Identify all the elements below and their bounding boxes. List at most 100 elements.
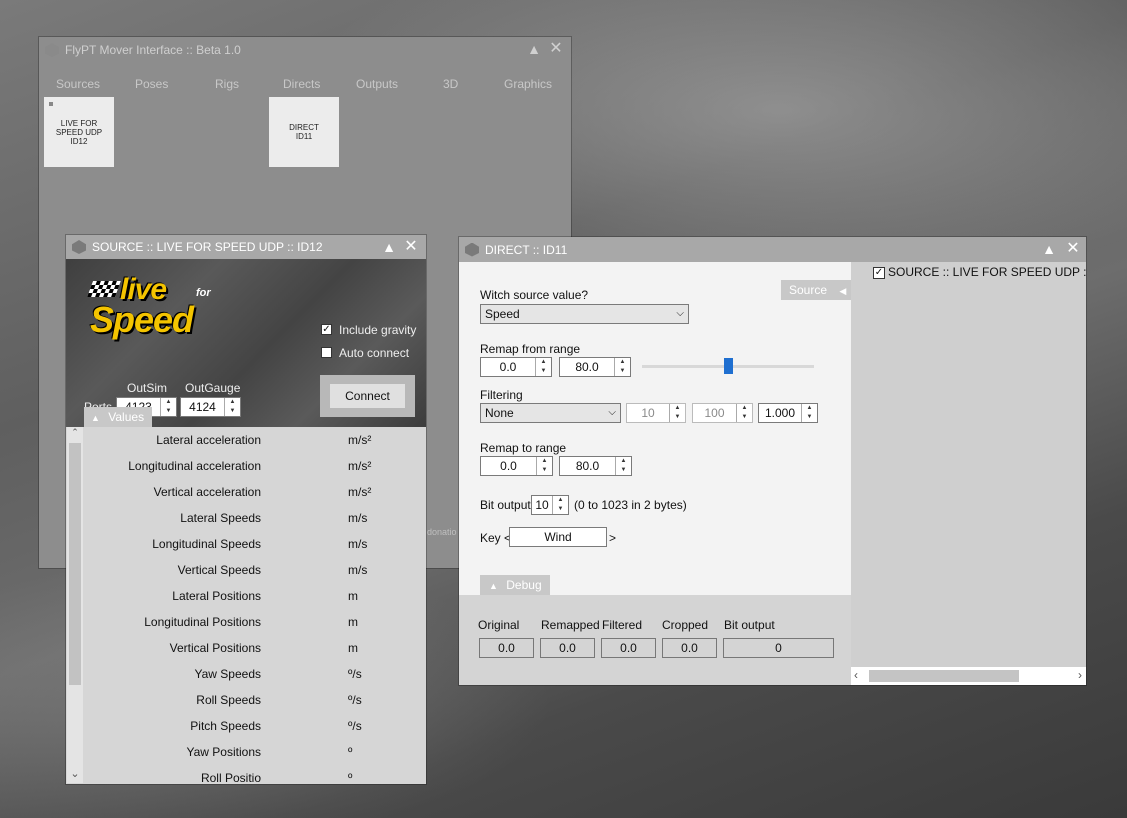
spin-down-icon[interactable]: ▼ [737,413,752,422]
spin-up-icon[interactable]: ▲ [615,358,630,367]
scroll-thumb[interactable] [69,443,81,685]
remap-from-max-value: 80.0 [575,360,599,374]
spin-down-icon[interactable]: ▼ [616,466,631,475]
value-unit: m [348,589,358,603]
main-tab-bar: Sources Poses Rigs Directs Outputs 3D Gr… [39,77,571,95]
direct-titlebar[interactable]: DIRECT :: ID11 ▲ ✕ [459,237,1086,262]
connect-panel: Connect [320,375,415,417]
value-name: Longitudinal Positions [144,615,261,629]
debug-header-cropped: Cropped [662,618,709,632]
spin-up-icon[interactable]: ▲ [670,404,685,413]
direct-window: DIRECT :: ID11 ▲ ✕ Witch source value? S… [459,237,1086,685]
remap-to-min-spinner[interactable]: 0.0 ▲ ▼ [480,456,553,476]
source-tab-label: Source [789,283,828,297]
connect-button[interactable]: Connect [330,384,405,408]
spin-down-icon[interactable]: ▼ [553,505,568,514]
scroll-thumb[interactable] [869,670,1019,682]
card-line: LIVE FOR [60,119,98,128]
values-tab[interactable]: ▲ Values [84,407,152,427]
spin-up-icon[interactable]: ▲ [536,358,551,367]
auto-connect-label: Auto connect [339,346,410,360]
minimize-icon[interactable]: ▲ [1040,240,1058,258]
filtering-select[interactable]: None ⌵ [480,403,621,423]
filter-param2-spinner[interactable]: 100 ▲ ▼ [692,403,753,423]
debug-tab[interactable]: ▲ Debug [480,575,550,595]
tab-rigs[interactable]: Rigs [215,77,239,91]
main-titlebar[interactable]: FlyPT Mover Interface :: Beta 1.0 ▲ ✕ [39,37,571,63]
filtering-label: Filtering [480,388,523,402]
scroll-left-icon[interactable]: ‹ [854,668,858,682]
remap-from-max-spinner[interactable]: 80.0 ▲ ▼ [559,357,631,377]
source-window: SOURCE :: LIVE FOR SPEED UDP :: ID12 ▲ ✕… [66,235,426,784]
tab-3d[interactable]: 3D [443,77,458,91]
outgauge-port-spinner[interactable]: 4124 ▲ ▼ [180,397,241,417]
value-unit: m/s [348,511,368,525]
value-row: Longitudinal Positions m [84,609,426,635]
tab-sources[interactable]: Sources [56,77,100,91]
scroll-up-icon[interactable]: ⌃ [67,427,83,443]
spin-up-icon[interactable]: ▲ [616,457,631,466]
close-icon[interactable]: ✕ [1064,240,1082,258]
tab-poses[interactable]: Poses [135,77,168,91]
auto-connect-checkbox[interactable] [321,347,332,358]
debug-header-remapped: Remapped [541,618,600,632]
source-list-hscrollbar[interactable]: ‹ › [851,667,1086,685]
lfs-logo: live for Speed [80,273,260,349]
scroll-right-icon[interactable]: › [1078,668,1082,682]
filter-param3-spinner[interactable]: 1.000 ▲ ▼ [758,403,818,423]
value-name: Vertical acceleration [153,485,261,499]
include-gravity-checkbox[interactable]: ✓ [321,324,332,335]
value-row: Vertical Speeds m/s [84,557,426,583]
value-unit: º/s [348,719,362,733]
source-title: SOURCE :: LIVE FOR SPEED UDP :: ID12 [92,240,323,254]
close-icon[interactable]: ✕ [402,238,420,256]
spin-down-icon[interactable]: ▼ [802,413,817,422]
value-unit: m [348,641,358,655]
value-row: Lateral Positions m [84,583,426,609]
source-list-panel: ✓ SOURCE :: LIVE FOR SPEED UDP :: ID1 [851,262,1086,667]
values-scrollbar[interactable]: ⌃ ⌄ [67,427,83,783]
spin-down-icon[interactable]: ▼ [615,367,630,376]
remap-from-min-spinner[interactable]: 0.0 ▲ ▼ [480,357,552,377]
slider-thumb[interactable] [724,358,733,374]
source-titlebar[interactable]: SOURCE :: LIVE FOR SPEED UDP :: ID12 ▲ ✕ [66,235,426,259]
value-row: Pitch Speeds º/s [84,713,426,739]
remap-to-max-value: 80.0 [575,459,600,473]
filter-param1-spinner[interactable]: 10 ▲ ▼ [626,403,686,423]
source-value-select[interactable]: Speed ⌵ [480,304,689,324]
minimize-icon[interactable]: ▲ [525,40,543,58]
donation-link[interactable]: donatio [427,527,457,537]
spin-up-icon[interactable]: ▲ [802,404,817,413]
close-icon[interactable]: ✕ [547,40,565,58]
tab-directs[interactable]: Directs [283,77,320,91]
source-value-label: Witch source value? [480,288,589,302]
value-unit: º [348,745,353,759]
spin-down-icon[interactable]: ▼ [537,466,552,475]
spin-down-icon[interactable]: ▼ [161,407,176,416]
tab-outputs[interactable]: Outputs [356,77,398,91]
direct-card[interactable]: DIRECT ID11 [269,97,339,167]
tab-graphics[interactable]: Graphics [504,77,552,91]
spin-up-icon[interactable]: ▲ [161,398,176,407]
spin-up-icon[interactable]: ▲ [225,398,240,407]
source-item-checkbox[interactable]: ✓ [873,267,885,279]
minimize-icon[interactable]: ▲ [380,238,398,256]
outgauge-label: OutGauge [185,381,241,395]
spin-up-icon[interactable]: ▲ [737,404,752,413]
spin-down-icon[interactable]: ▼ [536,367,551,376]
bit-output-spinner[interactable]: 10 ▲ ▼ [531,495,569,515]
value-name: Roll Speeds [196,693,261,707]
source-tab[interactable]: Source ◀ [781,280,851,300]
spin-down-icon[interactable]: ▼ [225,407,240,416]
remap-to-max-spinner[interactable]: 80.0 ▲ ▼ [559,456,632,476]
scroll-down-icon[interactable]: ⌄ [67,767,83,783]
key-input[interactable]: Wind [509,527,607,547]
remap-to-label: Remap to range [480,441,567,455]
spin-up-icon[interactable]: ▲ [553,496,568,505]
remap-slider[interactable] [642,357,814,377]
source-card[interactable]: LIVE FOR SPEED UDP ID12 [44,97,114,167]
debug-header-bit-output: Bit output [724,618,775,632]
spin-up-icon[interactable]: ▲ [537,457,552,466]
spin-down-icon[interactable]: ▼ [670,413,685,422]
outgauge-port-value: 4124 [189,400,216,414]
